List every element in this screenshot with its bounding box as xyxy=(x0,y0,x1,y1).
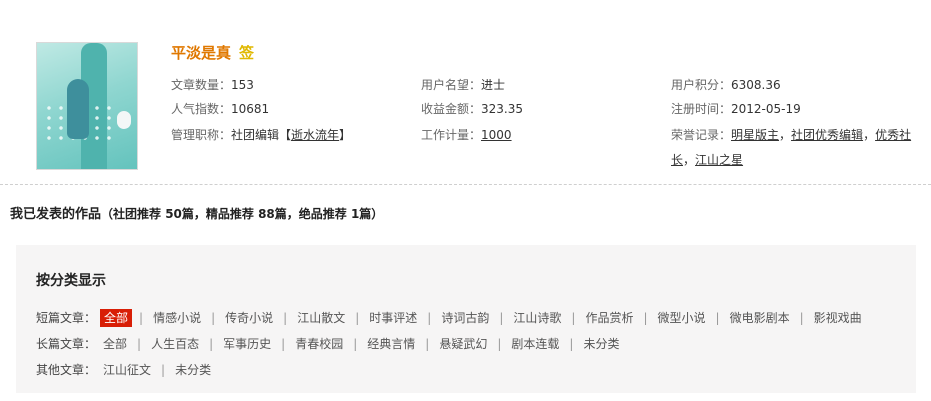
category-link[interactable]: 未分类 xyxy=(172,361,214,379)
category-link[interactable]: 江山征文 xyxy=(100,361,154,379)
category-row-short: 短篇文章： 全部 | 情感小说 | 传奇小说 | 江山散文 | 时事评述 | 诗词古韵 | 江山诗歌 | 作品… xyxy=(36,309,865,327)
category-divider: | xyxy=(283,311,288,325)
field-label: 注册时间： xyxy=(671,102,732,116)
category-link[interactable]: 传奇小说 xyxy=(222,309,276,327)
avatar-bunny-shape xyxy=(117,111,131,129)
honor-link[interactable]: 社团优秀编辑 xyxy=(791,128,863,142)
category-title: 按分类显示 xyxy=(36,273,106,289)
category-divider: | xyxy=(353,337,358,351)
field-value: 10681 xyxy=(231,102,270,116)
field-value: 2012-05-19 xyxy=(731,102,801,116)
field-honors-continued: 长，江山之星 xyxy=(671,151,743,169)
category-divider: | xyxy=(497,337,502,351)
honor-separator: ， xyxy=(863,128,876,142)
avatar[interactable] xyxy=(36,42,138,170)
category-link[interactable]: 时事评述 xyxy=(366,309,420,327)
honor-link[interactable]: 长 xyxy=(671,153,683,167)
category-link[interactable]: 江山散文 xyxy=(294,309,348,327)
category-link[interactable]: 人生百态 xyxy=(148,335,202,353)
category-link[interactable]: 全部 xyxy=(100,335,130,353)
avatar-girl-shape xyxy=(67,79,89,139)
category-link[interactable]: 江山诗歌 xyxy=(510,309,564,327)
category-link[interactable]: 悬疑武幻 xyxy=(436,335,490,353)
name-row: 平淡是真 签 xyxy=(171,42,254,62)
honor-separator: ， xyxy=(683,153,696,167)
category-link[interactable]: 微型小说 xyxy=(655,309,709,327)
field-label: 荣誉记录： xyxy=(671,128,732,142)
field-label: 工作计量： xyxy=(421,128,482,142)
category-divider: | xyxy=(571,311,576,325)
field-value-prefix: 社团编辑【 xyxy=(231,128,292,142)
field-reputation: 用户名望：进士 xyxy=(421,76,505,94)
field-register-time: 注册时间：2012-05-19 xyxy=(671,100,801,118)
category-row-other: 其他文章： 江山征文 | 未分类 xyxy=(36,361,214,379)
works-title: 我已发表的作品 xyxy=(10,207,102,222)
field-income: 收益金额：323.35 xyxy=(421,100,523,118)
category-link[interactable]: 影视戏曲 xyxy=(811,309,865,327)
category-row-label: 短篇文章： xyxy=(36,311,97,325)
field-honors: 荣誉记录：明星版主，社团优秀编辑，优秀社 xyxy=(671,126,911,144)
category-link[interactable]: 未分类 xyxy=(580,335,622,353)
category-divider: | xyxy=(425,337,430,351)
category-divider: | xyxy=(355,311,360,325)
category-divider: | xyxy=(209,337,214,351)
category-divider: | xyxy=(427,311,432,325)
category-link[interactable]: 微电影剧本 xyxy=(727,309,793,327)
category-link[interactable]: 剧本连载 xyxy=(508,335,562,353)
category-row-label: 长篇文章： xyxy=(36,337,97,351)
field-label: 文章数量： xyxy=(171,78,232,92)
field-label: 人气指数： xyxy=(171,102,232,116)
category-row-label: 其他文章： xyxy=(36,363,97,377)
category-link[interactable]: 军事历史 xyxy=(220,335,274,353)
honor-separator: ， xyxy=(779,128,792,142)
category-divider: | xyxy=(643,311,648,325)
honor-link[interactable]: 明星版主 xyxy=(731,128,779,142)
field-label: 用户积分： xyxy=(671,78,732,92)
field-article-count: 文章数量：153 xyxy=(171,76,254,94)
category-divider: | xyxy=(715,311,720,325)
works-section-title: 我已发表的作品（社团推荐 50篇，精品推荐 88篇，绝品推荐 1篇） xyxy=(10,203,383,222)
works-summary: （社团推荐 50篇，精品推荐 88篇，绝品推荐 1篇） xyxy=(101,207,384,221)
field-value-suffix: 】 xyxy=(339,128,352,142)
category-link[interactable]: 诗词古韵 xyxy=(438,309,492,327)
category-row-long: 长篇文章： 全部 | 人生百态 | 军事历史 | 青春校园 | 经典言情 | 悬疑武幻 | 剧本连载 | 未分… xyxy=(36,335,622,353)
field-value: 进士 xyxy=(481,78,506,92)
field-value: 6308.36 xyxy=(731,78,781,92)
field-label: 收益金额： xyxy=(421,102,482,116)
honor-link[interactable]: 优秀社 xyxy=(875,128,911,142)
field-value: 153 xyxy=(231,78,254,92)
category-link[interactable]: 经典言情 xyxy=(364,335,418,353)
category-filter-box: 按分类显示 短篇文章： 全部 | 情感小说 | 传奇小说 | 江山散文 | 时事评述 | 诗词古韵 | 江… xyxy=(16,245,916,393)
field-value: 323.35 xyxy=(481,102,524,116)
user-profile-panel: 平淡是真 签 文章数量：153 人气指数：10681 管理职称：社团编辑【逝水流… xyxy=(0,0,931,185)
category-divider: | xyxy=(799,311,804,325)
category-divider: | xyxy=(211,311,216,325)
category-divider: | xyxy=(137,337,142,351)
category-link[interactable]: 情感小说 xyxy=(150,309,204,327)
category-divider: | xyxy=(569,337,574,351)
category-link[interactable]: 全部 xyxy=(100,309,133,327)
field-workload: 工作计量：1000 xyxy=(421,126,512,144)
category-divider: | xyxy=(139,311,144,325)
category-divider: | xyxy=(161,363,166,377)
category-link[interactable]: 作品赏析 xyxy=(582,309,636,327)
signed-badge: 签 xyxy=(239,43,255,62)
user-name[interactable]: 平淡是真 xyxy=(171,42,231,63)
category-divider: | xyxy=(281,337,286,351)
field-label: 管理职称： xyxy=(171,128,232,142)
field-admin-title: 管理职称：社团编辑【逝水流年】 xyxy=(171,126,351,144)
workload-link[interactable]: 1000 xyxy=(481,128,512,142)
field-points: 用户积分：6308.36 xyxy=(671,76,781,94)
field-popularity: 人气指数：10681 xyxy=(171,100,269,118)
honor-link[interactable]: 江山之星 xyxy=(695,153,743,167)
category-link[interactable]: 青春校园 xyxy=(292,335,346,353)
admin-title-link[interactable]: 逝水流年 xyxy=(291,128,339,142)
field-label: 用户名望： xyxy=(421,78,482,92)
category-divider: | xyxy=(499,311,504,325)
